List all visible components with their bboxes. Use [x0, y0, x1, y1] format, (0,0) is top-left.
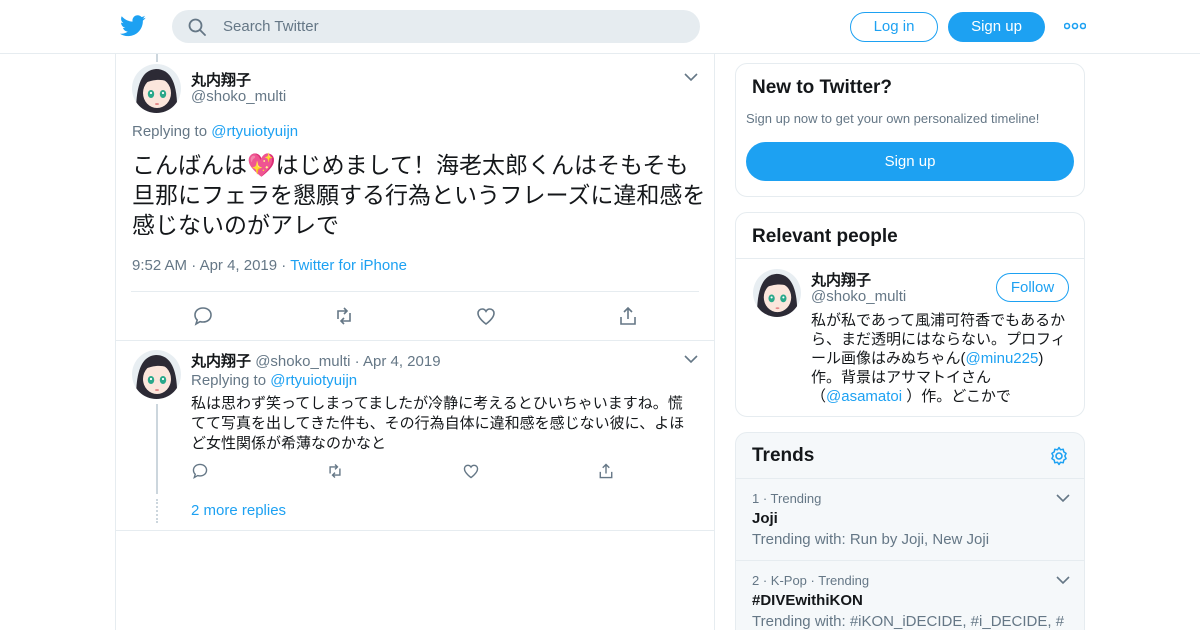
card-title: Trends	[752, 445, 815, 466]
like-icon[interactable]	[462, 462, 480, 480]
card-title: Relevant people	[752, 226, 898, 247]
retweet-icon[interactable]	[333, 305, 355, 327]
divider	[736, 478, 1084, 479]
card-subtitle: Sign up now to get your own personalized…	[746, 111, 1040, 126]
relevant-people-card: Relevant people 丸内翔子 @shoko_multi Follow…	[735, 212, 1085, 417]
reply-header: 丸内翔子 @shoko_multi · Apr 4, 2019	[191, 353, 441, 370]
tweet-text: 私は思わず笑ってしまってましたが冷静に考えるとひいちゃいますね。慌てて写真を出し…	[191, 395, 685, 452]
thread-dots	[156, 499, 158, 523]
tweet-column: 丸内翔子 @shoko_multi Replying to @rtyuiotyu…	[115, 54, 715, 630]
chevron-down-icon[interactable]	[1056, 575, 1070, 585]
retweet-icon[interactable]	[326, 462, 344, 480]
avatar[interactable]	[132, 350, 181, 399]
divider	[116, 530, 714, 531]
author-name[interactable]: 丸内翔子	[191, 69, 251, 90]
signup-button[interactable]: Sign up	[746, 142, 1074, 181]
author-name[interactable]: 丸内翔子	[191, 353, 251, 370]
person-name[interactable]: 丸内翔子	[811, 269, 871, 290]
trend-name[interactable]: Joji	[752, 510, 778, 527]
tweet-metadata: 9:52 AM · Apr 4, 2019 · Twitter for iPho…	[132, 257, 407, 274]
author-handle[interactable]: @shoko_multi	[255, 353, 350, 370]
trend-meta: 1 · Trending	[752, 491, 822, 506]
divider	[736, 258, 1084, 259]
card-title: New to Twitter?	[752, 77, 893, 98]
gear-icon[interactable]	[1049, 446, 1069, 466]
author-handle[interactable]: @shoko_multi	[191, 88, 286, 105]
more-options-icon[interactable]	[1064, 20, 1086, 32]
thread-line	[156, 404, 158, 494]
share-icon[interactable]	[597, 462, 615, 480]
chevron-down-icon[interactable]	[684, 72, 698, 82]
tweet-source[interactable]: Twitter for iPhone	[290, 257, 407, 274]
follow-button[interactable]: Follow	[996, 273, 1069, 302]
avatar[interactable]	[132, 64, 181, 113]
replying-to: Replying to @rtyuiotyuijn	[191, 372, 358, 389]
new-to-twitter-card: New to Twitter? Sign up now to get your …	[735, 63, 1085, 197]
search-input[interactable]: Search Twitter	[223, 18, 319, 35]
search-icon	[188, 18, 206, 36]
divider	[116, 340, 714, 341]
more-replies-link[interactable]: 2 more replies	[191, 502, 286, 519]
search-bar[interactable]: Search Twitter	[172, 10, 700, 43]
divider	[736, 560, 1084, 561]
login-button[interactable]: Log in	[850, 12, 938, 42]
thread-line	[156, 54, 158, 62]
reply-icon[interactable]	[191, 462, 209, 480]
signup-button[interactable]: Sign up	[948, 12, 1045, 42]
tweet-date[interactable]: Apr 4, 2019	[363, 353, 441, 370]
bio-mention-link[interactable]: @asamatoi	[826, 388, 902, 405]
top-bar: Search Twitter Log in Sign up	[0, 0, 1200, 54]
person-handle[interactable]: @shoko_multi	[811, 288, 906, 305]
avatar[interactable]	[753, 269, 801, 317]
twitter-logo-icon[interactable]	[120, 14, 146, 38]
chevron-down-icon[interactable]	[1056, 493, 1070, 503]
trend-meta: 2 · K-Pop · Trending	[752, 573, 870, 588]
trends-card: Trends 1 · Trending Joji Trending with: …	[735, 432, 1085, 630]
person-bio: 私が私であって風浦可符香でもあるから、まだ透明にはならない。プロフィール画像はみ…	[811, 312, 1066, 405]
replying-to-link[interactable]: @rtyuiotyuijn	[270, 372, 357, 389]
sparkling-heart-emoji: 💖	[247, 152, 276, 178]
share-icon[interactable]	[617, 305, 639, 327]
trend-context: Trending with: #iKON_iDECIDE, #i_DECIDE,…	[752, 613, 1065, 630]
chevron-down-icon[interactable]	[684, 354, 698, 364]
like-icon[interactable]	[475, 305, 497, 327]
tweet-text: こんばんは💖はじめまして！海老太郎くんはそもそも旦那にフェラを懇願する行為という…	[132, 152, 706, 238]
replying-to: Replying to @rtyuiotyuijn	[132, 123, 299, 140]
reply-icon[interactable]	[192, 305, 214, 327]
trend-name[interactable]: #DIVEwithiKON	[752, 592, 863, 609]
divider	[131, 291, 699, 292]
tweet-time[interactable]: 9:52 AM	[132, 257, 187, 274]
bio-mention-link[interactable]: @minu225	[966, 350, 1039, 367]
trend-context: Trending with: Run by Joji, New Joji	[752, 531, 990, 548]
replying-to-link[interactable]: @rtyuiotyuijn	[211, 123, 298, 140]
tweet-date[interactable]: Apr 4, 2019	[200, 257, 278, 274]
